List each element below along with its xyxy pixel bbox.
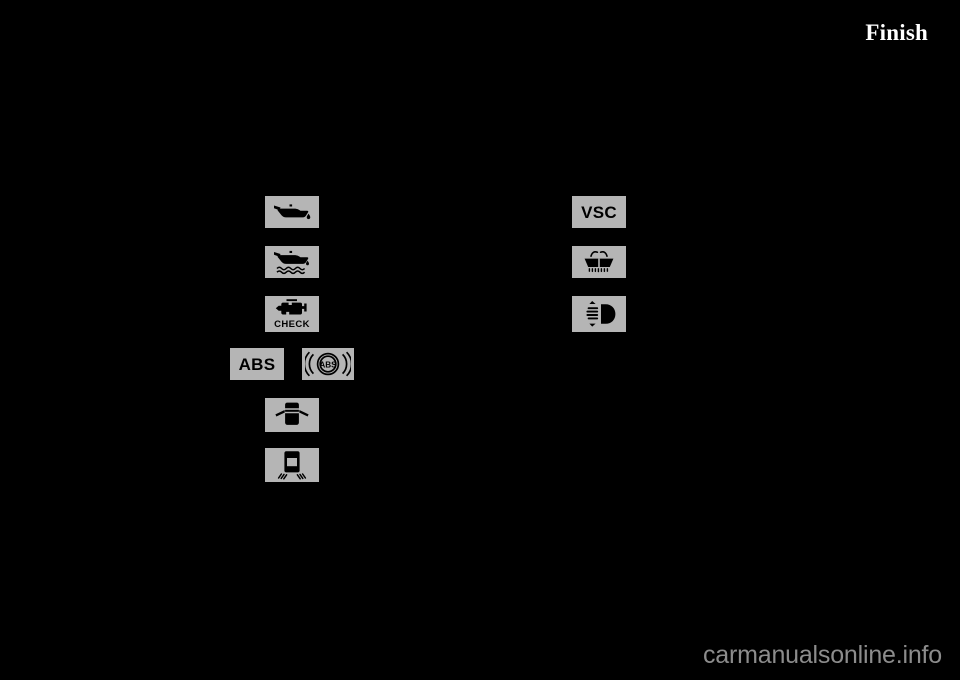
oil-can-level-icon [270,249,314,275]
indicator-tile-skid-control [265,448,319,482]
indicator-tile-abs-text: ABS [230,348,284,380]
indicator-tile-oil-pressure [265,196,319,228]
vsc-text-icon: VSC [581,202,617,222]
indicator-tile-washer-fluid [572,246,626,278]
engine-icon [275,298,309,319]
indicator-tile-vsc: VSC [572,196,626,228]
site-watermark: carmanualsonline.info [702,641,942,669]
indicator-tile-check-engine: CHECK [265,296,319,332]
oil-can-icon [270,200,314,224]
indicator-tile-abs-circle: ABS [302,348,354,380]
indicator-tile-door-ajar [265,398,319,432]
indicator-tile-headlamp [572,296,626,332]
headlamp-icon [579,300,619,328]
manual-page: { "page": { "title": "Finish", "backgrou… [0,0,960,680]
indicator-tile-oil-level [265,246,319,278]
abs-brake-circle-icon: ABS [305,351,351,377]
abs-text-icon: ABS [238,354,276,374]
door-ajar-car-icon [274,401,310,429]
skid-car-icon [273,450,311,480]
svg-text:ABS: ABS [319,361,337,370]
washer-fluid-icon [579,249,619,276]
check-engine-label: CHECK [274,319,310,331]
page-title: Finish [865,20,928,45]
